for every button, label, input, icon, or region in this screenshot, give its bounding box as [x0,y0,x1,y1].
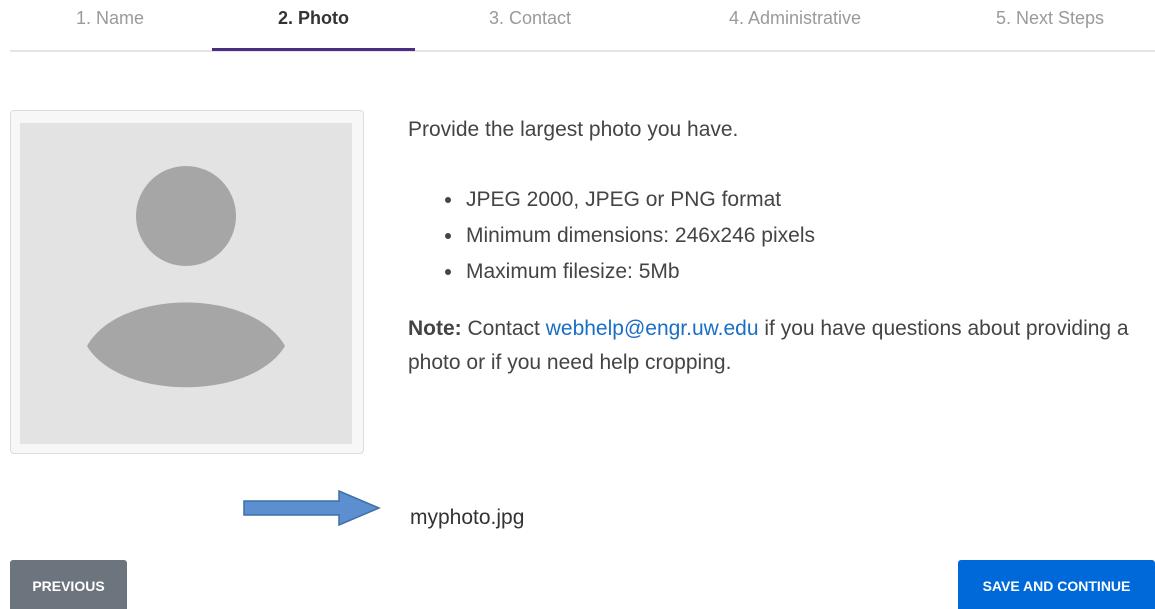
requirement-format: JPEG 2000, JPEG or PNG format [464,182,1148,218]
photo-preview[interactable] [10,110,364,454]
tab-administrative[interactable]: 4. Administrative [645,8,945,38]
tab-photo[interactable]: 2. Photo [212,8,415,38]
tab-contact[interactable]: 3. Contact [415,8,645,38]
arrow-right-icon [243,489,381,527]
photo-instructions: Provide the largest photo you have. JPEG… [408,114,1148,380]
requirement-dimensions: Minimum dimensions: 246x246 pixels [464,218,1148,254]
note-label: Note: [408,317,462,340]
tab-next-steps[interactable]: 5. Next Steps [945,8,1155,38]
person-silhouette-icon [87,166,285,388]
email-link[interactable]: webhelp@engr.uw.edu [546,317,759,340]
photo-placeholder [20,123,352,444]
selected-file-name: myphoto.jpg [410,506,525,529]
requirements-list: JPEG 2000, JPEG or PNG format Minimum di… [464,182,1148,290]
tab-name[interactable]: 1. Name [10,8,210,38]
previous-button[interactable]: PREVIOUS [10,560,127,609]
requirement-filesize: Maximum filesize: 5Mb [464,254,1148,290]
note-prefix: Contact [461,317,546,340]
save-and-continue-button[interactable]: SAVE AND CONTINUE [958,560,1155,609]
step-nav: 1. Name 2. Photo 3. Contact 4. Administr… [10,0,1155,52]
intro-text: Provide the largest photo you have. [408,118,739,141]
active-tab-indicator [212,48,415,51]
note-text: Note: Contact webhelp@engr.uw.edu if you… [408,312,1148,380]
